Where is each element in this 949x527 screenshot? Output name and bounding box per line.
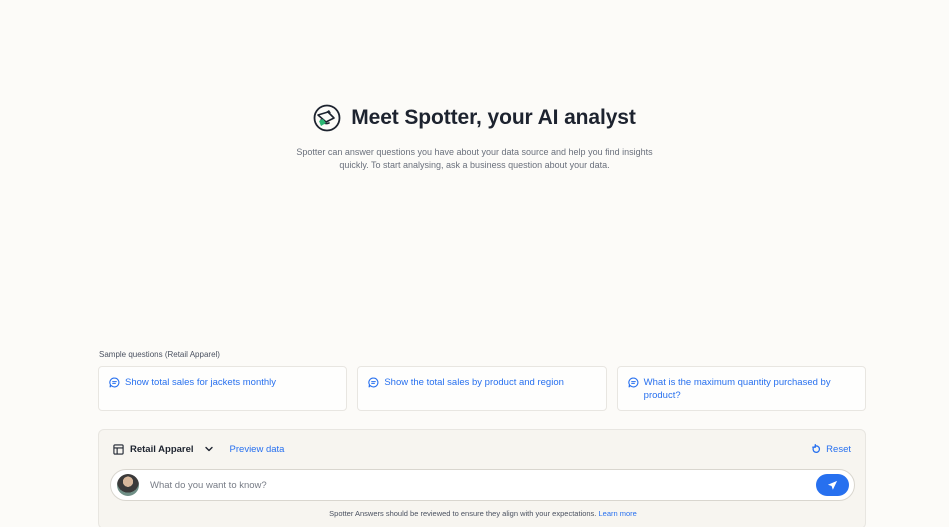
data-source-selector[interactable]: Retail Apparel xyxy=(113,444,214,455)
sample-question-text: Show total sales for jackets monthly xyxy=(125,377,277,388)
send-button[interactable] xyxy=(816,474,849,496)
query-panel: Retail Apparel Preview data Reset Spotte… xyxy=(98,429,866,527)
page-subtitle: Spotter can answer questions you have ab… xyxy=(296,147,653,170)
sample-question-text: Show the total sales by product and regi… xyxy=(384,377,564,388)
disclaimer: Spotter Answers should be reviewed to en… xyxy=(99,509,867,518)
reset-label: Reset xyxy=(826,443,851,455)
spotter-logo-icon xyxy=(313,104,341,132)
panel-toolbar: Retail Apparel Preview data Reset xyxy=(113,442,851,456)
chevron-down-icon xyxy=(204,446,213,452)
sample-question-card[interactable]: What is the maximum quantity purchased b… xyxy=(616,366,866,411)
title-row: Meet Spotter, your AI analyst xyxy=(313,104,636,132)
chat-bubble-icon xyxy=(368,377,379,388)
send-icon xyxy=(827,480,838,490)
chat-bubble-icon xyxy=(628,377,639,388)
query-input[interactable] xyxy=(150,479,816,491)
preview-data-link[interactable]: Preview data xyxy=(230,444,285,455)
reset-button[interactable]: Reset xyxy=(811,444,851,455)
query-input-bar xyxy=(110,469,855,501)
sample-questions-list: Show total sales for jackets monthly Sho… xyxy=(98,366,866,411)
sample-question-card[interactable]: Show the total sales by product and regi… xyxy=(357,366,607,411)
sample-question-text: What is the maximum quantity purchased b… xyxy=(643,377,831,401)
page-title: Meet Spotter, your AI analyst xyxy=(351,106,636,129)
avatar xyxy=(117,474,139,496)
data-source-name: Retail Apparel xyxy=(130,443,194,455)
sample-question-card[interactable]: Show total sales for jackets monthly xyxy=(98,366,348,411)
sample-questions-label: Sample questions (Retail Apparel) xyxy=(99,350,220,359)
learn-more-link[interactable]: Learn more xyxy=(598,509,636,518)
table-icon xyxy=(113,443,124,455)
reset-icon xyxy=(812,444,821,453)
hero-section: Meet Spotter, your AI analyst Spotter ca… xyxy=(0,104,949,172)
disclaimer-text: Spotter Answers should be reviewed to en… xyxy=(329,509,597,518)
chat-bubble-icon xyxy=(109,377,120,388)
